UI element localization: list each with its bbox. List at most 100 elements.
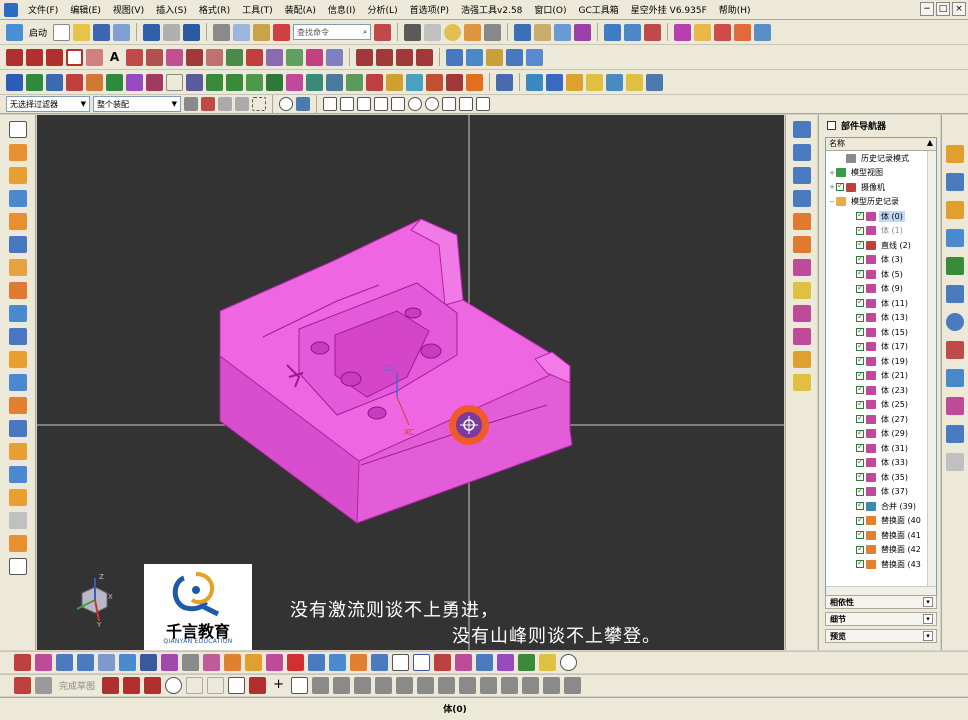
tools-icon[interactable] bbox=[8, 535, 27, 552]
search-icon[interactable]: ⌕ bbox=[363, 28, 367, 37]
preview-panel-header[interactable]: 预览 ▾ bbox=[825, 629, 937, 643]
layers-icon[interactable] bbox=[566, 73, 583, 91]
arc-icon[interactable] bbox=[46, 48, 63, 66]
wcs-icon[interactable] bbox=[534, 23, 552, 41]
visibility-checkbox[interactable] bbox=[856, 544, 864, 554]
rectangle-tool-icon[interactable] bbox=[392, 654, 409, 671]
hd3d-tools-icon[interactable] bbox=[946, 257, 964, 275]
system-scene-icon[interactable] bbox=[946, 453, 964, 471]
start-menu-label[interactable]: 启动 bbox=[26, 26, 50, 39]
zoom-window-icon[interactable] bbox=[792, 374, 811, 391]
visibility-checkbox[interactable] bbox=[856, 326, 864, 337]
join-curve-icon[interactable] bbox=[206, 48, 223, 66]
reuse-library-icon[interactable] bbox=[946, 229, 964, 247]
intersect-curve-icon[interactable] bbox=[166, 48, 183, 66]
roles-icon[interactable] bbox=[946, 425, 964, 443]
snap-endpoint-icon[interactable] bbox=[323, 97, 337, 111]
sketch-arc-icon[interactable] bbox=[144, 677, 162, 694]
mold-base-icon[interactable] bbox=[203, 654, 220, 671]
project-init-icon[interactable] bbox=[35, 654, 52, 671]
check-edge-icon[interactable] bbox=[266, 73, 283, 91]
deselect-icon[interactable] bbox=[235, 97, 249, 111]
boolean-icon[interactable] bbox=[8, 236, 27, 253]
book-icon[interactable] bbox=[46, 73, 63, 91]
line-icon[interactable] bbox=[6, 48, 23, 66]
snap-on-face-icon[interactable] bbox=[476, 97, 490, 111]
synchronous-icon[interactable] bbox=[8, 512, 27, 529]
snap-midpoint-icon[interactable] bbox=[340, 97, 354, 111]
mirror-body-icon[interactable] bbox=[8, 420, 27, 437]
process-studio-icon[interactable] bbox=[946, 369, 964, 387]
visibility-checkbox[interactable] bbox=[856, 500, 864, 511]
trim-curve-icon[interactable] bbox=[246, 48, 263, 66]
tree-node[interactable]: + 模型视图 bbox=[826, 166, 936, 181]
tree-node[interactable]: 合并 (39) bbox=[826, 499, 936, 514]
pattern-icon[interactable] bbox=[8, 397, 27, 414]
visibility-checkbox[interactable] bbox=[856, 239, 864, 250]
ejector-pin-icon[interactable] bbox=[245, 654, 262, 671]
visibility-checkbox[interactable] bbox=[856, 283, 864, 293]
chamfer-curve-icon[interactable] bbox=[356, 48, 373, 66]
visibility-checkbox[interactable] bbox=[856, 384, 864, 395]
smooth-spline-icon[interactable] bbox=[306, 48, 323, 66]
rectangle-icon[interactable] bbox=[66, 48, 83, 66]
settings-icon[interactable] bbox=[646, 73, 663, 91]
sketch-pattern-icon[interactable] bbox=[333, 677, 351, 694]
layer-icon[interactable] bbox=[514, 23, 532, 41]
runner-icon[interactable] bbox=[426, 73, 443, 91]
tree-node[interactable]: 体 (13) bbox=[826, 311, 936, 326]
move-face-icon[interactable] bbox=[8, 466, 27, 483]
trim-tool-icon[interactable] bbox=[434, 654, 451, 671]
visibility-checkbox[interactable] bbox=[856, 341, 864, 351]
snap-control-point-icon[interactable] bbox=[357, 97, 371, 111]
sketch-mirror-icon[interactable] bbox=[354, 677, 372, 694]
menu-haoqiang-tools[interactable]: 浩强工具v2.58 bbox=[455, 3, 528, 16]
snap-intersection-icon[interactable] bbox=[374, 97, 388, 111]
replace-face-icon[interactable] bbox=[8, 443, 27, 460]
sketch-polyline-icon[interactable] bbox=[249, 677, 267, 694]
visibility-checkbox[interactable] bbox=[856, 268, 864, 279]
quick-trim-icon[interactable] bbox=[375, 677, 393, 694]
inch-icon[interactable] bbox=[546, 73, 563, 91]
pocket-tool-icon[interactable] bbox=[455, 654, 472, 671]
assembly-navigator-icon[interactable] bbox=[946, 145, 964, 163]
menu-xingkong-plugin[interactable]: 星空外挂 V6.935F bbox=[625, 3, 713, 16]
zoom-icon[interactable] bbox=[424, 23, 442, 41]
redo-icon[interactable] bbox=[163, 23, 181, 41]
point-set-icon[interactable] bbox=[416, 48, 433, 66]
view-manager-icon[interactable] bbox=[539, 654, 556, 671]
profile-icon[interactable] bbox=[102, 677, 120, 694]
ejector-icon[interactable] bbox=[346, 73, 363, 91]
revolve-icon[interactable] bbox=[8, 167, 27, 184]
assembly-scope-dropdown[interactable]: 整个装配 ▼ bbox=[93, 96, 181, 112]
layer-move-icon[interactable] bbox=[146, 73, 163, 91]
part-navigator-icon[interactable] bbox=[946, 201, 964, 219]
runner-library-icon[interactable] bbox=[329, 654, 346, 671]
bridge-curve-icon[interactable] bbox=[186, 48, 203, 66]
tree-node[interactable]: 体 (31) bbox=[826, 441, 936, 456]
save-icon[interactable] bbox=[93, 23, 111, 41]
select-all-icon[interactable] bbox=[218, 97, 232, 111]
tree-node[interactable]: 体 (3) bbox=[826, 253, 936, 268]
transform-icon[interactable] bbox=[734, 23, 752, 41]
edge-blend-icon[interactable] bbox=[8, 282, 27, 299]
analysis-icon[interactable] bbox=[554, 23, 572, 41]
undo-icon[interactable] bbox=[143, 23, 161, 41]
right-view-icon[interactable] bbox=[792, 213, 811, 230]
tree-node[interactable]: 体 (0) bbox=[826, 209, 936, 224]
tree-node[interactable]: 体 (9) bbox=[826, 282, 936, 297]
visibility-checkbox[interactable] bbox=[856, 558, 864, 569]
offset-face-icon[interactable] bbox=[8, 374, 27, 391]
cloud-icon[interactable] bbox=[606, 73, 623, 91]
draft-icon[interactable] bbox=[8, 259, 27, 276]
tree-node[interactable]: 体 (25) bbox=[826, 398, 936, 413]
tree-node[interactable]: 体 (5) bbox=[826, 267, 936, 282]
save-as-icon[interactable] bbox=[113, 23, 131, 41]
sketch-rectangle-icon[interactable] bbox=[228, 677, 246, 694]
alternate-solution-icon[interactable] bbox=[543, 677, 561, 694]
render-style-icon[interactable] bbox=[444, 23, 462, 41]
visibility-checkbox[interactable] bbox=[856, 399, 864, 409]
visibility-checkbox[interactable] bbox=[856, 297, 864, 308]
project-curve-icon[interactable] bbox=[146, 48, 163, 66]
shrink-icon[interactable] bbox=[161, 654, 178, 671]
